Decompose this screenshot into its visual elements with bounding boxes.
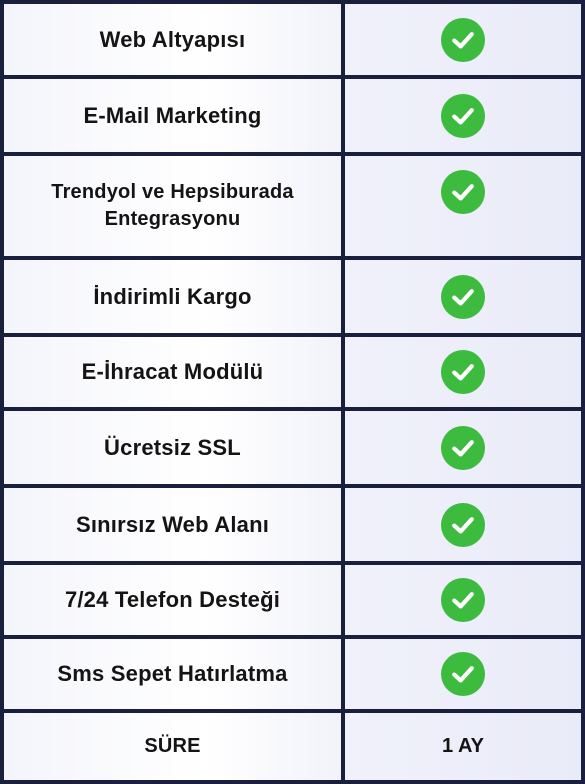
- feature-label: İndirimli Kargo: [4, 260, 345, 333]
- check-circle-icon: [441, 350, 485, 394]
- feature-value-cell: [345, 4, 581, 75]
- feature-comparison-table: Web Altyapısı E-Mail Marketing Trendyol …: [0, 0, 585, 784]
- feature-label: Sms Sepet Hatırlatma: [4, 639, 345, 709]
- table-row: E-İhracat Modülü: [4, 337, 581, 411]
- check-circle-icon: [441, 502, 485, 547]
- feature-label: 7/24 Telefon Desteği: [4, 565, 345, 635]
- feature-value-cell: [345, 411, 581, 484]
- feature-label: Web Altyapısı: [4, 4, 345, 75]
- table-row: E-Mail Marketing: [4, 79, 581, 156]
- duration-label: SÜRE: [4, 713, 345, 780]
- feature-label: E-Mail Marketing: [4, 79, 345, 152]
- check-circle-icon: [441, 425, 485, 470]
- feature-value-cell: [345, 337, 581, 407]
- check-circle-icon: [441, 17, 485, 62]
- table-row: Sınırsız Web Alanı: [4, 488, 581, 565]
- check-circle-icon: [441, 274, 485, 319]
- feature-value-cell: [345, 260, 581, 333]
- feature-label: Trendyol ve Hepsiburada Entegrasyonu: [4, 156, 345, 256]
- feature-label: E-İhracat Modülü: [4, 337, 345, 407]
- feature-label: Ücretsiz SSL: [4, 411, 345, 484]
- table-row: Ücretsiz SSL: [4, 411, 581, 488]
- feature-label: Sınırsız Web Alanı: [4, 488, 345, 561]
- feature-value-cell: [345, 488, 581, 561]
- duration-value: 1 AY: [345, 713, 581, 780]
- feature-value-cell: [345, 565, 581, 635]
- check-circle-icon: [441, 93, 485, 138]
- check-circle-icon: [441, 170, 485, 214]
- table-row: 7/24 Telefon Desteği: [4, 565, 581, 639]
- table-row: Sms Sepet Hatırlatma: [4, 639, 581, 713]
- table-row: Trendyol ve Hepsiburada Entegrasyonu: [4, 156, 581, 260]
- duration-row: SÜRE 1 AY: [4, 713, 581, 780]
- feature-value-cell: [345, 156, 581, 256]
- table-row: İndirimli Kargo: [4, 260, 581, 337]
- feature-value-cell: [345, 639, 581, 709]
- feature-value-cell: [345, 79, 581, 152]
- check-circle-icon: [441, 578, 485, 622]
- table-row: Web Altyapısı: [4, 4, 581, 79]
- check-circle-icon: [441, 652, 485, 696]
